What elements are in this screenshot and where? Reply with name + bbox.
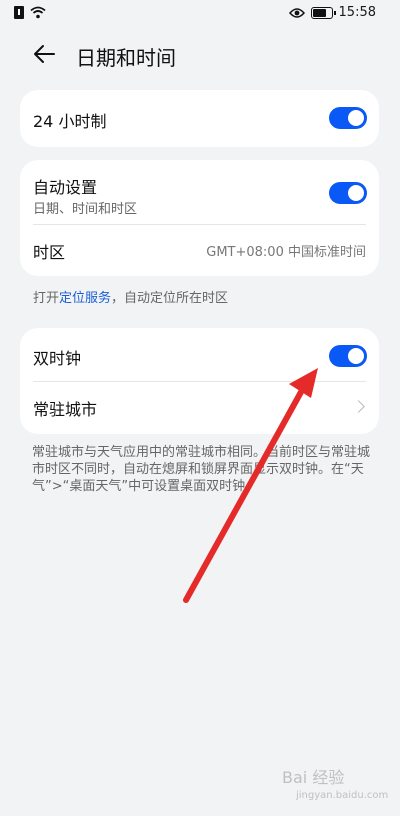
dual-clock-description: 常驻城市与天气应用中的常驻城市相同。当前时区与常驻城市时区不同时，自动在熄屏和锁… — [32, 445, 371, 494]
home-city-label: 常驻城市 — [33, 400, 98, 419]
watermark-logo: Bai 经验 — [282, 768, 345, 787]
location-hint: 打开定位服务，自动定位所在时区 — [33, 287, 228, 306]
location-hint-suffix: ，自动定位所在时区 — [111, 291, 229, 306]
watermark-url: jingyan.baidu.com — [296, 790, 389, 801]
status-right: 15:58 — [288, 5, 376, 20]
toggle-24-hour[interactable] — [329, 107, 367, 129]
row-dual-clock[interactable]: 双时钟 — [20, 328, 379, 381]
toggle-knob — [348, 185, 364, 201]
eye-icon — [288, 7, 305, 18]
card-24-hour: 24 小时制 — [20, 90, 379, 147]
status-bar: 15:58 — [0, 0, 400, 28]
timezone-value: GMT+08:00 中国标准时间 — [206, 245, 366, 260]
row-timezone[interactable]: 时区 GMT+08:00 中国标准时间 — [20, 225, 379, 276]
sim-alert-icon — [14, 6, 24, 19]
card-dual-clock: 双时钟 常驻城市 — [20, 328, 379, 434]
wifi-icon — [30, 6, 46, 19]
back-arrow-icon[interactable] — [30, 40, 58, 68]
header: 日期和时间 — [0, 32, 400, 76]
row-home-city[interactable]: 常驻城市 — [20, 382, 379, 434]
toggle-knob — [348, 348, 364, 364]
timezone-label: 时区 — [33, 243, 66, 262]
toggle-auto-set[interactable] — [329, 182, 367, 204]
auto-set-sublabel: 日期、时间和时区 — [33, 202, 138, 217]
dual-clock-label: 双时钟 — [33, 349, 82, 368]
page-title: 日期和时间 — [76, 46, 176, 70]
row-24-hour-label: 24 小时制 — [33, 112, 107, 131]
location-hint-prefix: 打开 — [33, 291, 60, 306]
battery-icon — [310, 6, 336, 19]
toggle-dual-clock[interactable] — [329, 345, 367, 367]
auto-set-label: 自动设置 — [33, 178, 98, 197]
toggle-knob — [348, 110, 364, 126]
card-auto-settings: 自动设置 日期、时间和时区 时区 GMT+08:00 中国标准时间 — [20, 160, 379, 276]
status-left — [14, 6, 46, 19]
status-time: 15:58 — [338, 5, 376, 20]
row-auto-set[interactable]: 自动设置 日期、时间和时区 — [20, 160, 379, 224]
chevron-right-icon — [352, 400, 365, 413]
location-service-link[interactable]: 定位服务 — [59, 291, 111, 306]
row-24-hour[interactable]: 24 小时制 — [20, 90, 379, 147]
